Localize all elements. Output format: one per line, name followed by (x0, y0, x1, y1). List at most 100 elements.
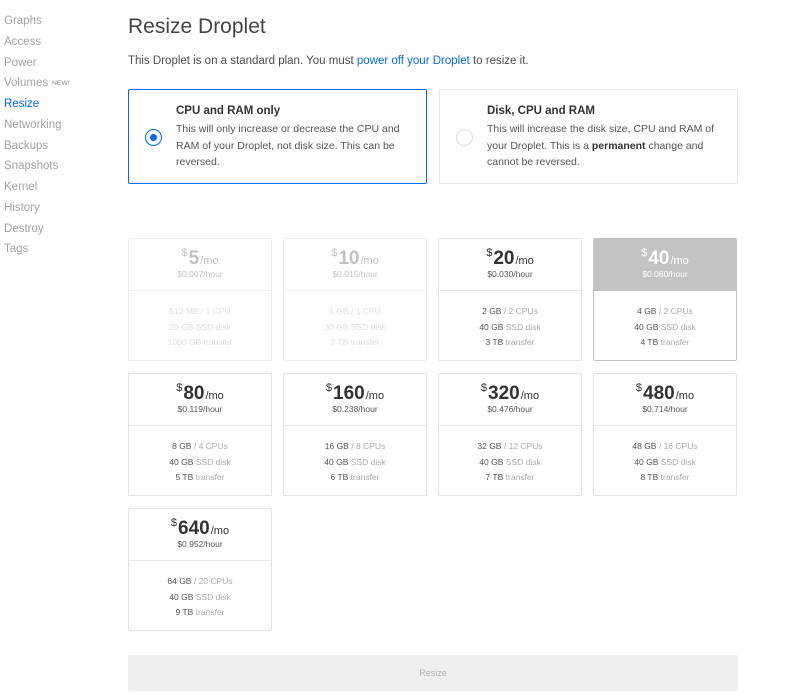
currency-symbol: $ (486, 247, 493, 259)
sidebar-item-label: Backups (4, 139, 49, 152)
plan-card-640[interactable]: $640/mo $0.952/hour 64 GB / 20 CPUs 40 GB S… (128, 508, 272, 631)
memory-value: 32 GB (477, 441, 502, 451)
price-amount: 20 (493, 248, 515, 269)
disk-value: 40 GB (634, 321, 659, 332)
resize-button[interactable]: Resize (128, 655, 738, 691)
plan-price: $160/mo (284, 374, 426, 404)
plan-card-480[interactable]: $480/mo $0.714/hour 48 GB / 16 CPUs 40 GB S… (593, 373, 737, 496)
disk-value: 40 GB (324, 456, 349, 467)
price-amount: 80 (183, 383, 205, 404)
transfer-spec: 4 TB transfer (594, 335, 736, 351)
new-badge: NEW! (52, 80, 70, 88)
disk-spec: 40 GB SSD disk (594, 320, 736, 336)
sidebar-item-snapshots[interactable]: Snapshots (0, 156, 100, 177)
resize-option-cpu-ram[interactable]: CPU and RAM only This will only increase… (128, 89, 427, 184)
sidebar-item-kernel[interactable]: Kernel (0, 177, 100, 198)
option-description: This will increase the disk size, CPU an… (487, 121, 727, 171)
disk-spec: 40 GB SSD disk (439, 455, 581, 471)
plan-price: $40/mo (594, 239, 736, 269)
price-period: /mo (360, 255, 379, 267)
sidebar-item-tags[interactable]: Tags (0, 239, 100, 260)
memory-value: 48 GB (632, 441, 657, 451)
price-amount: 480 (643, 383, 675, 404)
transfer-label: transfer (350, 337, 380, 348)
plan-header: $10/mo $0.015/hour (284, 239, 426, 291)
sidebar-item-volumes[interactable]: Volumes NEW! (0, 73, 100, 94)
option-description: This will only increase or decrease the … (176, 123, 400, 168)
transfer-spec: 1000 GB transfer (129, 335, 271, 351)
plan-header: $5/mo $0.007/hour (129, 239, 271, 291)
plan-card-160[interactable]: $160/mo $0.238/hour 16 GB / 8 CPUs 40 GB SS… (283, 373, 427, 496)
plan-header: $320/mo $0.476/hour (439, 374, 581, 426)
sidebar-item-backups[interactable]: Backups (0, 136, 100, 157)
disk-spec: 20 GB SSD disk (129, 320, 271, 336)
disk-label: SSD disk (195, 591, 231, 602)
sidebar-item-destroy[interactable]: Destroy (0, 219, 100, 240)
plan-header: $160/mo $0.238/hour (284, 374, 426, 426)
transfer-label: transfer (203, 337, 233, 348)
disk-label: SSD disk (350, 321, 386, 332)
price-period: /mo (200, 255, 219, 267)
cpu-value: / 8 CPUs (351, 441, 386, 451)
sidebar-item-networking[interactable]: Networking (0, 115, 100, 136)
plan-card-320[interactable]: $320/mo $0.476/hour 32 GB / 12 CPUs 40 GB S… (438, 373, 582, 496)
sidebar-item-label: Networking (4, 118, 62, 131)
transfer-label: transfer (195, 607, 225, 618)
radio-unselected-icon[interactable] (456, 129, 473, 146)
disk-value: 40 GB (169, 591, 194, 602)
transfer-spec: 6 TB transfer (284, 470, 426, 486)
plan-specs: 48 GB / 16 CPUs 40 GB SSD disk 8 TB transf… (594, 426, 736, 486)
plan-header: $80/mo $0.119/hour (129, 374, 271, 426)
plan-card-80[interactable]: $80/mo $0.119/hour 8 GB / 4 CPUs 40 GB SSD … (128, 373, 272, 496)
page-title: Resize Droplet (128, 15, 266, 38)
hourly-price: $0.060/hour (642, 269, 688, 279)
memory-cpu-spec: 64 GB / 20 CPUs (129, 574, 271, 590)
droplet-sidebar: Graphs Access Power Volumes NEW! Resize N… (0, 11, 100, 260)
memory-cpu-spec: 32 GB / 12 CPUs (439, 439, 581, 455)
transfer-spec: 5 TB transfer (129, 470, 271, 486)
hourly-price: $0.952/hour (177, 539, 223, 549)
sidebar-item-history[interactable]: History (0, 198, 100, 219)
power-off-link[interactable]: power off your Droplet (357, 55, 470, 67)
price-amount: 40 (648, 248, 670, 269)
disk-spec: 40 GB SSD disk (129, 455, 271, 471)
sidebar-item-label: Kernel (4, 181, 38, 193)
price-period: /mo (675, 390, 695, 402)
radio-selected-icon[interactable] (145, 129, 162, 146)
cpu-value: / 12 CPUs (503, 441, 543, 451)
sidebar-item-access[interactable]: Access (0, 32, 100, 53)
resize-intro-text: This Droplet is on a standard plan. You … (128, 55, 529, 67)
currency-symbol: $ (641, 247, 648, 259)
resize-option-disk-cpu-ram[interactable]: Disk, CPU and RAM This will increase the… (439, 89, 738, 184)
plan-specs: 2 GB / 2 CPUs 40 GB SSD disk 3 TB transfer (439, 291, 581, 351)
sidebar-item-label: Access (4, 35, 42, 48)
sidebar-item-graphs[interactable]: Graphs (0, 11, 100, 32)
memory-value: 2 GB (482, 306, 502, 316)
price-amount: 320 (488, 383, 520, 404)
sidebar-item-resize[interactable]: Resize (0, 94, 100, 115)
memory-value: 8 GB (172, 441, 192, 451)
sidebar-item-label: Power (4, 56, 37, 69)
memory-cpu-spec: 4 GB / 2 CPUs (594, 304, 736, 320)
disk-label: SSD disk (350, 456, 386, 467)
price-period: /mo (205, 390, 224, 402)
currency-symbol: $ (331, 247, 338, 259)
plan-price: $320/mo (439, 374, 581, 404)
plan-card-20[interactable]: $20/mo $0.030/hour 2 GB / 2 CPUs 40 GB SSD … (438, 238, 582, 361)
plan-specs: 4 GB / 2 CPUs 40 GB SSD disk 4 TB transfer (594, 291, 736, 351)
transfer-value: 9 TB (175, 607, 194, 618)
plan-header: $20/mo $0.030/hour (439, 239, 581, 291)
plan-price: $5/mo (129, 239, 271, 269)
sidebar-item-power[interactable]: Power (0, 53, 100, 74)
plan-specs: 8 GB / 4 CPUs 40 GB SSD disk 5 TB transfer (129, 426, 271, 486)
disk-spec: 40 GB SSD disk (594, 455, 736, 471)
transfer-label: transfer (660, 337, 690, 348)
transfer-value: 1000 GB (167, 337, 202, 348)
transfer-spec: 3 TB transfer (439, 335, 581, 351)
sidebar-item-label: Tags (4, 243, 29, 256)
sidebar-item-label: Graphs (4, 15, 42, 27)
plan-price: $480/mo (594, 374, 736, 404)
disk-value: 40 GB (479, 321, 504, 332)
sidebar-item-label: Resize (4, 98, 40, 110)
transfer-value: 7 TB (485, 472, 504, 483)
